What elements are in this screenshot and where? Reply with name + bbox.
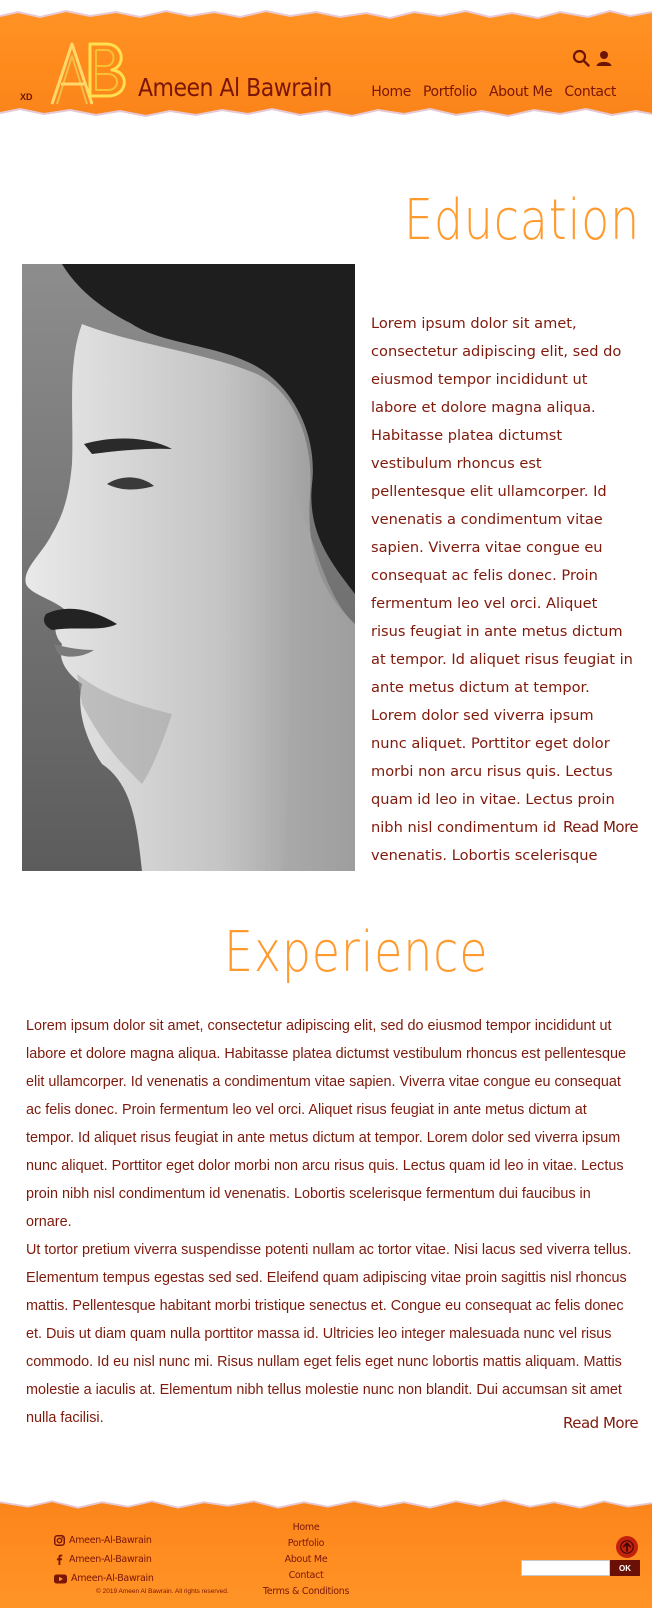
back-to-top-button[interactable] (616, 1536, 638, 1558)
education-heading: Education (404, 188, 640, 253)
header-icons (572, 49, 612, 67)
copyright-text: © 2019 Ameen Al Bawrain. All rights rese… (96, 1588, 229, 1595)
arrow-up-icon (620, 1540, 634, 1554)
xd-badge: XD (20, 92, 33, 102)
newsletter-ok-button[interactable]: OK (610, 1560, 640, 1576)
experience-paragraph-1: Lorem ipsum dolor sit amet, consectetur … (26, 1018, 626, 1230)
experience-heading: Experience (224, 920, 489, 985)
footer-link-portfolio[interactable]: Portfolio (0, 1536, 612, 1552)
experience-paragraph-2: Ut tortor pretium viverra suspendisse po… (26, 1242, 632, 1426)
site-header: XD Ameen Al Bawrain Home Portfolio About… (0, 0, 652, 125)
nav-portfolio[interactable]: Portfolio (423, 84, 477, 100)
search-icon[interactable] (572, 49, 590, 67)
main-nav: Home Portfolio About Me Contact (371, 84, 616, 100)
ab-logo[interactable] (46, 38, 134, 106)
footer-link-terms[interactable]: Terms & Conditions (0, 1584, 612, 1600)
education-text: Lorem ipsum dolor sit amet, consectetur … (371, 315, 633, 864)
nav-about-me[interactable]: About Me (489, 84, 553, 100)
experience-text: Lorem ipsum dolor sit amet, consectetur … (26, 1012, 636, 1432)
torn-paper-top-edge (0, 0, 652, 20)
site-footer: Ameen-Al-Bawrain Ameen-Al-Bawrain Ameen-… (0, 1494, 652, 1608)
footer-torn-top-edge (0, 1494, 652, 1509)
experience-read-more-link[interactable]: Read More (563, 1414, 639, 1432)
site-title[interactable]: Ameen Al Bawrain (138, 74, 332, 103)
newsletter-input[interactable] (521, 1560, 610, 1576)
nav-contact[interactable]: Contact (564, 84, 616, 100)
torn-paper-bottom-edge (0, 107, 652, 125)
profile-portrait-image (22, 264, 355, 871)
profile-photo (22, 264, 355, 871)
newsletter-form: OK (521, 1560, 640, 1576)
nav-home[interactable]: Home (371, 84, 411, 100)
footer-link-home[interactable]: Home (0, 1520, 612, 1536)
education-read-more-link[interactable]: Read More (563, 818, 639, 836)
user-icon[interactable] (596, 50, 612, 66)
